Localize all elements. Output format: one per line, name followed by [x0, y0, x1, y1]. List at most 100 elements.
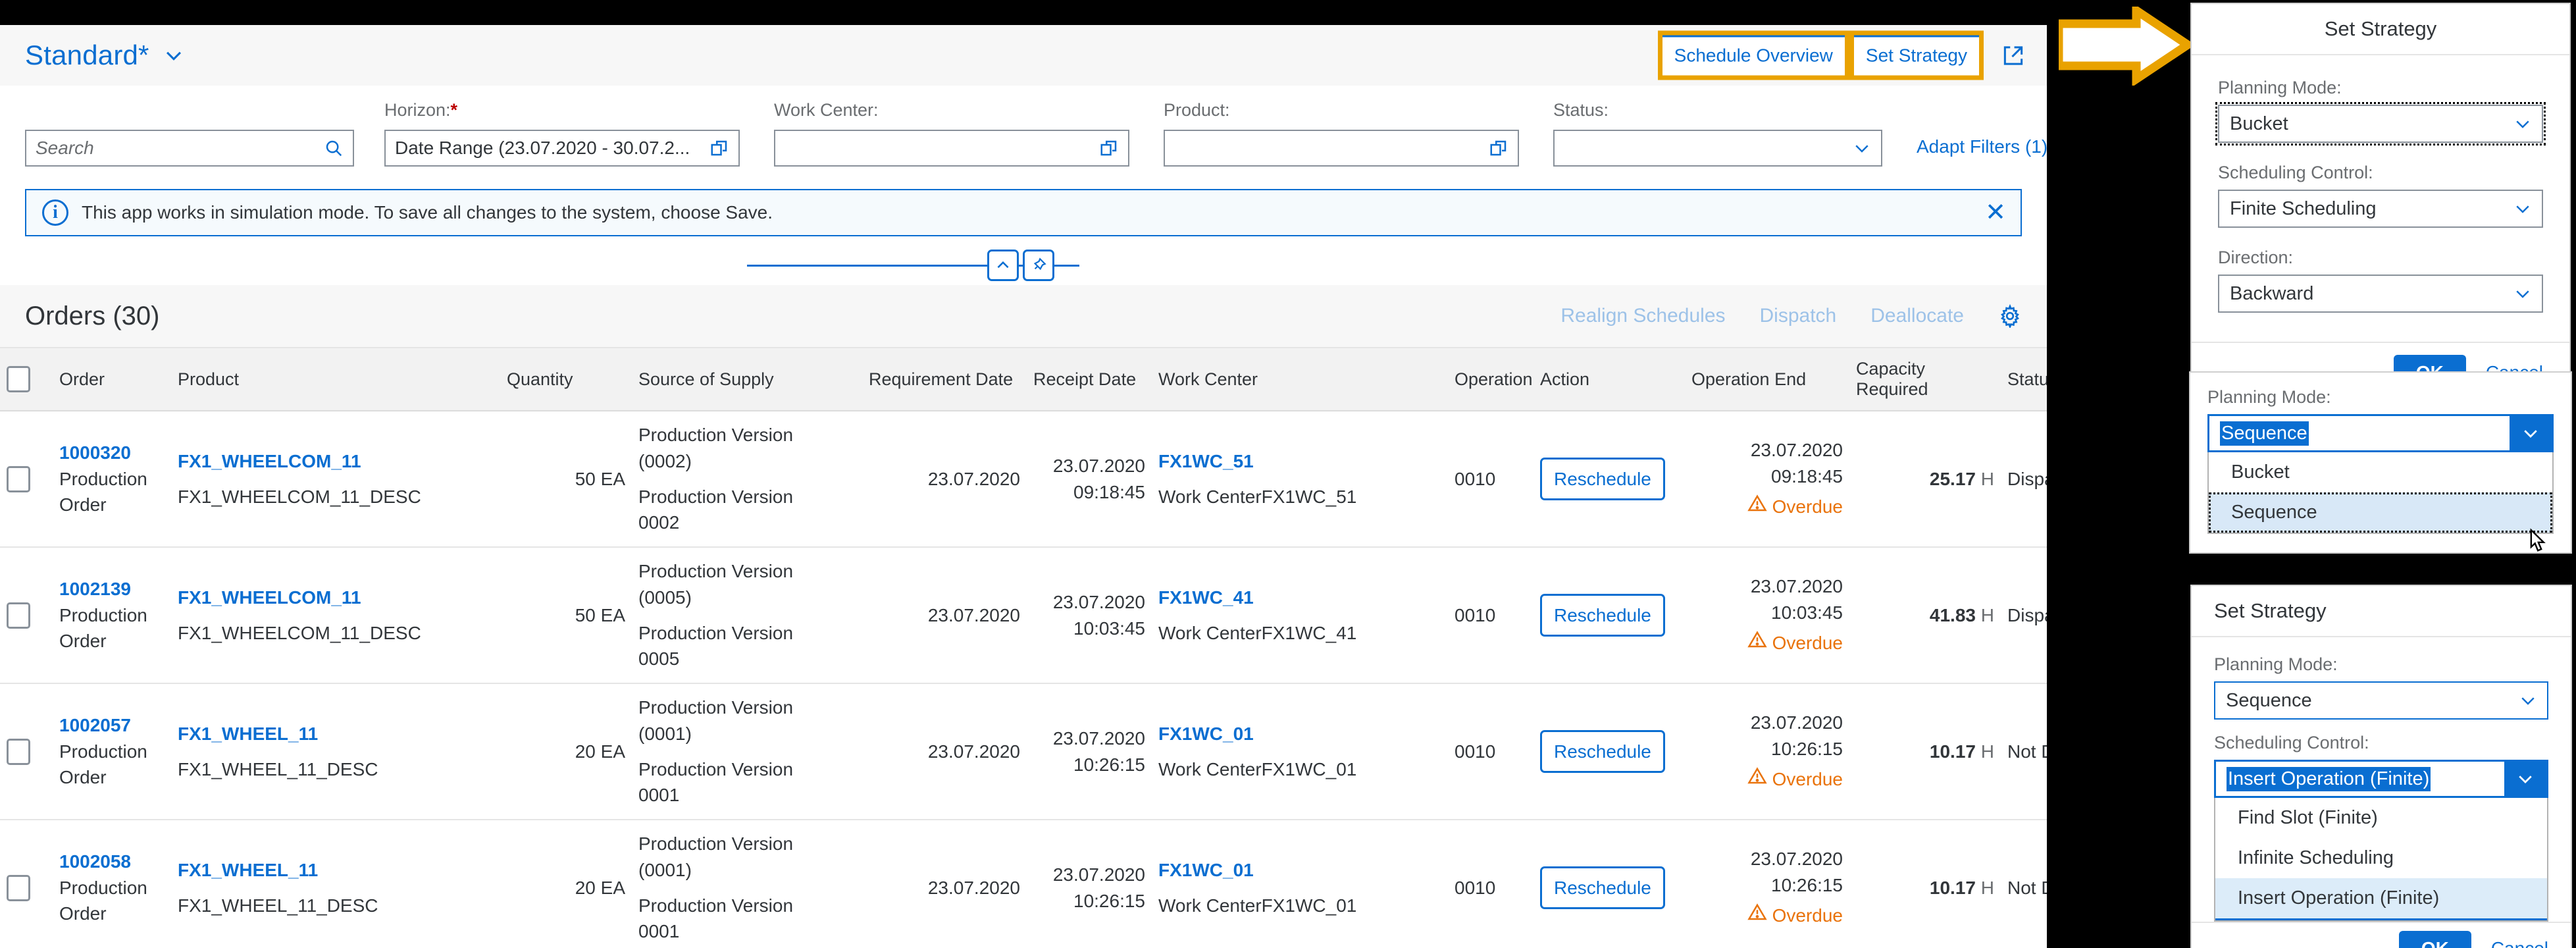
order-type: Production Order	[59, 604, 147, 652]
row-checkbox[interactable]	[7, 874, 30, 901]
receipt-time: 10:03:45	[1073, 618, 1145, 639]
work-center-link[interactable]: FX1WC_41	[1158, 585, 1441, 611]
set-strategy-button[interactable]: Set Strategy	[1853, 35, 1979, 76]
dispatch-button[interactable]: Dispatch	[1760, 305, 1837, 327]
scheduling-control-option-infinite-scheduling[interactable]: Infinite Scheduling	[2215, 838, 2547, 878]
scheduling-control-option-insert-operation[interactable]: Insert Operation (Finite)	[2215, 878, 2547, 920]
variant-title[interactable]: Standard*	[25, 40, 149, 71]
gear-icon[interactable]	[1998, 304, 2022, 328]
scheduling-control-option-find-slot[interactable]: Find Slot (Finite)	[2215, 798, 2547, 838]
receipt-time: 10:26:15	[1073, 890, 1145, 911]
order-link[interactable]: 1002057	[59, 712, 165, 739]
row-checkbox-cell	[0, 547, 53, 684]
scheduling-control-select-open[interactable]: Insert Operation (Finite)	[2214, 760, 2548, 798]
order-link[interactable]: 1000320	[59, 440, 165, 466]
planning-mode-dropdown-panel: Planning Mode: Sequence Bucket Sequence	[2190, 373, 2571, 552]
column-header-quantity[interactable]: Quantity	[500, 348, 632, 411]
deallocate-button[interactable]: Deallocate	[1870, 305, 1964, 327]
horizon-input[interactable]: Date Range (23.07.2020 - 30.07.2...	[384, 130, 740, 167]
chevron-down-icon[interactable]	[2504, 762, 2546, 796]
column-header-operation-end[interactable]: Operation End	[1685, 348, 1849, 411]
chevron-down-icon[interactable]	[163, 44, 185, 66]
column-header-source-of-supply[interactable]: Source of Supply	[632, 348, 862, 411]
cell-quantity: 50 EA	[500, 547, 632, 684]
product-link[interactable]: FX1_WHEEL_11	[178, 857, 494, 883]
table-row[interactable]: 1002139 Production Order FX1_WHEELCOM_11 FX…	[0, 547, 2047, 684]
scheduling-control-label: Scheduling Control:	[2218, 163, 2373, 182]
search-icon[interactable]	[324, 138, 344, 158]
work-center-link[interactable]: FX1WC_51	[1158, 448, 1441, 475]
value-help-icon[interactable]	[1489, 138, 1508, 158]
search-input[interactable]: Search	[25, 130, 354, 167]
receipt-date: 23.07.2020	[1052, 727, 1145, 749]
ok-button[interactable]: OK	[2398, 931, 2471, 948]
chevron-down-icon[interactable]	[2518, 691, 2542, 710]
adapt-filters-button[interactable]: Adapt Filters (1)	[1917, 136, 2047, 157]
chevron-down-icon[interactable]	[1852, 138, 1872, 158]
share-icon[interactable]	[2001, 43, 2026, 68]
column-header-work-center[interactable]: Work Center	[1152, 348, 1448, 411]
column-header-requirement-date[interactable]: Requirement Date	[862, 348, 1027, 411]
cell-status: Dispatched	[2001, 411, 2047, 548]
column-header-receipt-date[interactable]: Receipt Date	[1027, 348, 1152, 411]
column-header-order[interactable]: Order	[53, 348, 171, 411]
cell-requirement-date: 23.07.2020	[862, 820, 1027, 948]
cell-operation-end: 23.07.2020 10:03:45 Overdue	[1685, 547, 1849, 684]
value-help-icon[interactable]	[1099, 138, 1119, 158]
table-row[interactable]: 1002057 Production Order FX1_WHEEL_11 FX1_W…	[0, 683, 2047, 820]
work-center-link[interactable]: FX1WC_01	[1158, 721, 1441, 747]
column-header-capacity-required[interactable]: Capacity Required	[1849, 348, 2001, 411]
column-header-status[interactable]: Status	[2001, 348, 2047, 411]
planning-mode-value: Sequence	[2220, 421, 2309, 446]
order-link[interactable]: 1002139	[59, 576, 165, 602]
table-row[interactable]: 1000320 Production Order FX1_WHEELCOM_11 FX…	[0, 411, 2047, 548]
planning-mode-select[interactable]: Bucket	[2215, 102, 2546, 145]
cancel-button[interactable]: Cancel	[2491, 938, 2548, 948]
pin-icon[interactable]	[1023, 250, 1054, 281]
reschedule-button[interactable]: Reschedule	[1540, 729, 1665, 774]
column-header-action[interactable]: Action	[1533, 348, 1685, 411]
chevron-down-icon[interactable]	[2513, 284, 2537, 303]
product-link[interactable]: FX1_WHEELCOM_11	[178, 448, 494, 475]
planning-mode-select[interactable]: Sequence	[2214, 681, 2548, 720]
capacity-value: 10.17	[1929, 741, 1976, 762]
column-header-product[interactable]: Product	[171, 348, 500, 411]
cell-requirement-date: 23.07.2020	[862, 411, 1027, 548]
product-link[interactable]: FX1_WHEEL_11	[178, 721, 494, 747]
reschedule-button[interactable]: Reschedule	[1540, 457, 1665, 501]
work-center-link[interactable]: FX1WC_01	[1158, 857, 1441, 883]
status-select[interactable]	[1553, 130, 1882, 167]
planning-mode-option-sequence[interactable]: Sequence	[2209, 492, 2552, 533]
cell-receipt-date: 23.07.2020 09:18:45	[1027, 411, 1152, 548]
schedule-overview-button[interactable]: Schedule Overview	[1662, 35, 1845, 76]
capacity-value: 25.17	[1929, 468, 1976, 489]
product-input[interactable]	[1164, 130, 1519, 167]
warning-icon	[1747, 766, 1767, 793]
select-all-checkbox[interactable]	[7, 366, 30, 392]
cell-product: FX1_WHEEL_11 FX1_WHEEL_11_DESC	[171, 820, 500, 948]
product-link[interactable]: FX1_WHEELCOM_11	[178, 585, 494, 611]
planning-mode-select-open[interactable]: Sequence	[2207, 414, 2554, 452]
reschedule-button[interactable]: Reschedule	[1540, 866, 1665, 910]
dialog-body: Planning Mode: Bucket Scheduling Control…	[2192, 55, 2569, 342]
column-header-operation[interactable]: Operation	[1448, 348, 1533, 411]
table-row[interactable]: 1002058 Production Order FX1_WHEEL_11 FX1_W…	[0, 820, 2047, 948]
row-checkbox[interactable]	[7, 602, 30, 629]
realign-schedules-button[interactable]: Realign Schedules	[1560, 305, 1725, 327]
cell-requirement-date: 23.07.2020	[862, 547, 1027, 684]
row-checkbox[interactable]	[7, 738, 30, 765]
work-center-input[interactable]	[774, 130, 1129, 167]
collapse-button[interactable]	[987, 250, 1019, 281]
chevron-down-icon[interactable]	[2510, 416, 2552, 450]
direction-select[interactable]: Backward	[2218, 275, 2543, 313]
scheduling-control-select[interactable]: Finite Scheduling	[2218, 190, 2543, 228]
value-help-icon[interactable]	[709, 138, 729, 158]
reschedule-button[interactable]: Reschedule	[1540, 593, 1665, 637]
row-checkbox[interactable]	[7, 465, 30, 492]
chevron-down-icon[interactable]	[2513, 199, 2537, 219]
close-icon[interactable]: ✕	[1985, 200, 2006, 225]
order-link[interactable]: 1002058	[59, 849, 165, 875]
planning-mode-option-bucket[interactable]: Bucket	[2209, 452, 2552, 492]
order-type: Production Order	[59, 741, 147, 788]
chevron-down-icon[interactable]	[2513, 114, 2537, 134]
